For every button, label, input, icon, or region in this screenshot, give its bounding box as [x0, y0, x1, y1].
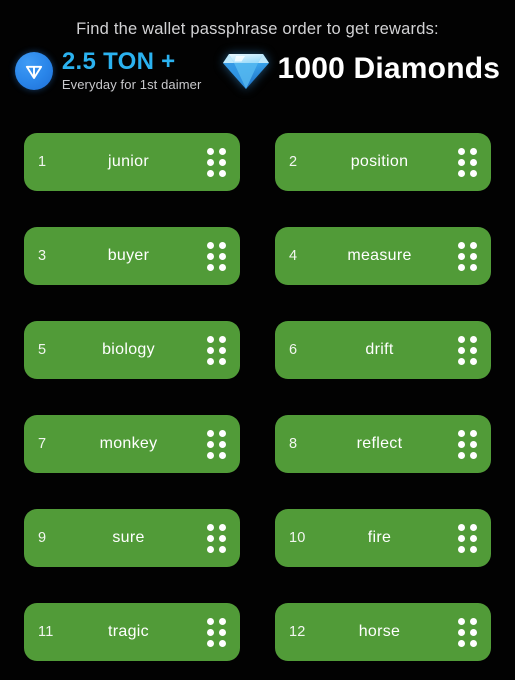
word-tile[interactable]: 2 position [275, 133, 491, 191]
word-tile[interactable]: 11 tragic [24, 603, 240, 661]
word-label: monkey [99, 435, 158, 452]
ton-amount: 2.5 TON + [61, 48, 176, 75]
word-index: 7 [38, 436, 47, 452]
word-label: measure [347, 247, 412, 264]
word-tile[interactable]: 3 buyer [24, 227, 240, 285]
page-title: Find the wallet passphrase order to get … [76, 20, 439, 38]
word-index: 6 [289, 342, 298, 358]
word-index: 1 [38, 154, 47, 170]
drag-handle-icon[interactable] [458, 241, 477, 271]
header: Find the wallet passphrase order to get … [0, 0, 515, 93]
word-tile[interactable]: 1 junior [24, 133, 240, 191]
word-label: tragic [108, 623, 149, 640]
diamond-icon [223, 48, 270, 90]
word-index: 5 [38, 342, 47, 358]
word-index: 10 [289, 530, 306, 546]
word-label: horse [358, 623, 401, 640]
drag-handle-icon[interactable] [207, 429, 226, 459]
word-tile[interactable]: 9 sure [24, 509, 240, 567]
diamond-reward: 1000 Diamonds [223, 48, 500, 90]
diamond-amount: 1000 Diamonds [277, 52, 501, 85]
word-tile[interactable]: 4 measure [275, 227, 491, 285]
ton-logo-icon [14, 52, 53, 90]
word-tile[interactable]: 10 fire [275, 509, 491, 567]
drag-handle-icon[interactable] [207, 335, 226, 365]
word-tile[interactable]: 5 biology [24, 321, 240, 379]
word-label: fire [367, 529, 392, 546]
word-tile[interactable]: 7 monkey [24, 415, 240, 473]
word-tile[interactable]: 12 horse [275, 603, 491, 661]
word-label: sure [112, 529, 145, 546]
drag-handle-icon[interactable] [458, 335, 477, 365]
reward-row: 2.5 TON + Everyday for 1st daimer 1000 D… [0, 49, 515, 93]
drag-handle-icon[interactable] [458, 429, 477, 459]
word-index: 4 [289, 248, 298, 264]
drag-handle-icon[interactable] [458, 523, 477, 553]
word-index: 8 [289, 436, 298, 452]
word-label: buyer [107, 247, 150, 264]
word-label: junior [108, 153, 149, 170]
drag-handle-icon[interactable] [207, 241, 226, 271]
drag-handle-icon[interactable] [207, 617, 226, 647]
word-index: 3 [38, 248, 47, 264]
word-label: reflect [356, 435, 403, 452]
passphrase-puzzle-screen: Find the wallet passphrase order to get … [0, 0, 515, 680]
word-tile[interactable]: 6 drift [275, 321, 491, 379]
ton-subtitle: Everyday for 1st daimer [61, 77, 202, 92]
ton-reward: 2.5 TON + Everyday for 1st daimer [14, 49, 202, 93]
drag-handle-icon[interactable] [458, 147, 477, 177]
drag-handle-icon[interactable] [207, 147, 226, 177]
word-index: 12 [289, 624, 306, 640]
word-label: position [350, 153, 409, 170]
drag-handle-icon[interactable] [207, 523, 226, 553]
word-label: biology [102, 341, 155, 358]
drag-handle-icon[interactable] [458, 617, 477, 647]
word-index: 11 [38, 624, 54, 640]
word-index: 9 [38, 530, 47, 546]
word-index: 2 [289, 154, 298, 170]
passphrase-word-grid: 1 junior 2 position 3 buyer 4 measure 5 … [24, 133, 491, 661]
word-tile[interactable]: 8 reflect [275, 415, 491, 473]
word-label: drift [365, 341, 394, 358]
ton-reward-text: 2.5 TON + Everyday for 1st daimer [62, 49, 202, 93]
